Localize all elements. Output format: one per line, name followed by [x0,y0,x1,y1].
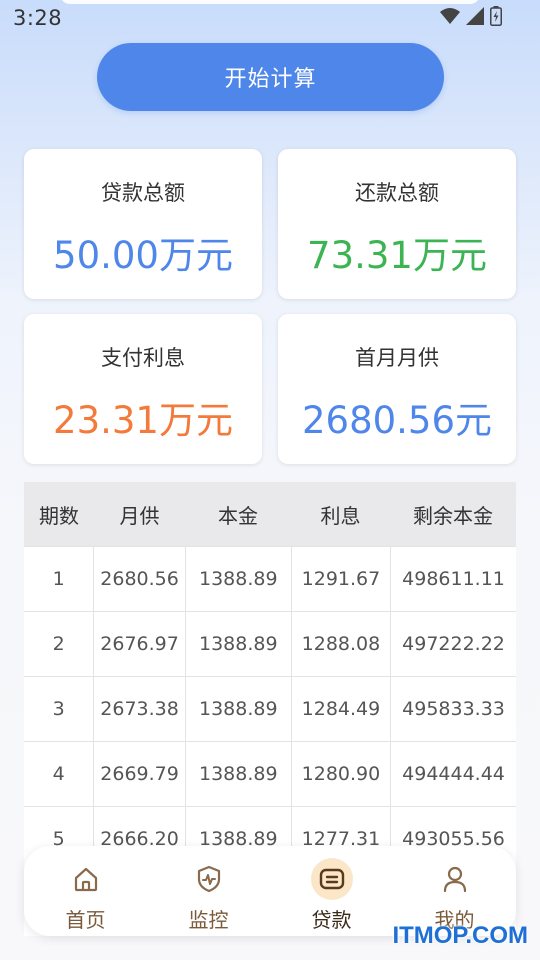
cell-remaining: 497222.22 [390,612,516,676]
cell-principal: 1388.89 [184,547,291,611]
interest-label: 支付利息 [101,346,185,370]
loan-total-value: 50.00万元 [53,234,233,277]
repay-total-card: 还款总额 73.31万元 [278,149,516,299]
cell-interest: 1288.08 [290,612,390,676]
cell-period: 1 [52,568,65,590]
start-calculate-button[interactable]: 开始计算 [97,43,444,111]
nav-item-home[interactable]: 首页 [24,846,147,936]
shield-icon [188,858,230,900]
nav-label-monitor: 监控 [188,908,229,932]
header-principal: 本金 [218,503,258,528]
nav-label-home: 首页 [65,908,106,932]
header-remaining: 剩余本金 [413,503,493,528]
signal-icon [466,7,484,29]
interest-value: 23.31万元 [53,399,233,442]
cell-interest: 1291.67 [290,547,390,611]
cell-remaining: 498611.11 [390,547,516,611]
status-bar: 3:28 [0,0,540,38]
table-header: 期数 月供 本金 利息 剩余本金 [24,482,516,546]
table-row: 1 2680.56 1388.89 1291.67 498611.11 [24,546,516,611]
cell-monthly: 2673.38 [93,677,184,741]
interest-card: 支付利息 23.31万元 [24,314,262,464]
cell-monthly: 2680.56 [93,547,184,611]
table-row: 2 2676.97 1388.89 1288.08 497222.22 [24,611,516,676]
header-period: 期数 [39,503,79,528]
first-month-label: 首月月供 [355,346,439,370]
cell-remaining: 495833.33 [390,677,516,741]
cell-remaining: 494444.44 [390,742,516,806]
header-monthly: 月供 [119,503,160,528]
nav-item-loan[interactable]: 贷款 [270,846,393,936]
table-row: 4 2669.79 1388.89 1280.90 494444.44 [24,741,516,806]
repay-total-value: 73.31万元 [307,234,487,277]
nav-label-loan: 贷款 [311,908,352,932]
loan-total-card: 贷款总额 50.00万元 [24,149,262,299]
user-icon [434,858,476,900]
status-time: 3:28 [13,6,63,30]
table-row: 3 2673.38 1388.89 1284.49 495833.33 [24,676,516,741]
cell-interest: 1284.49 [290,677,390,741]
cell-period: 4 [52,763,65,785]
status-icons [440,6,502,30]
cell-principal: 1388.89 [184,612,291,676]
cell-period: 2 [52,633,65,655]
first-month-value: 2680.56元 [301,399,492,442]
header-interest: 利息 [320,503,361,528]
top-sheet-edge [60,0,480,4]
loan-icon [310,858,353,900]
home-icon [65,858,107,900]
cell-monthly: 2669.79 [93,742,184,806]
cell-principal: 1388.89 [184,677,291,741]
cell-monthly: 2676.97 [93,612,184,676]
watermark: ITMOP.COM [392,922,528,949]
repay-total-label: 还款总额 [355,181,439,205]
wifi-icon [440,7,460,29]
cell-period: 3 [52,698,65,720]
loan-total-label: 贷款总额 [101,181,185,205]
nav-item-monitor[interactable]: 监控 [147,846,270,936]
battery-charging-icon [490,6,502,30]
cell-interest: 1280.90 [290,742,390,806]
cell-principal: 1388.89 [184,742,291,806]
first-month-card: 首月月供 2680.56元 [278,314,516,464]
